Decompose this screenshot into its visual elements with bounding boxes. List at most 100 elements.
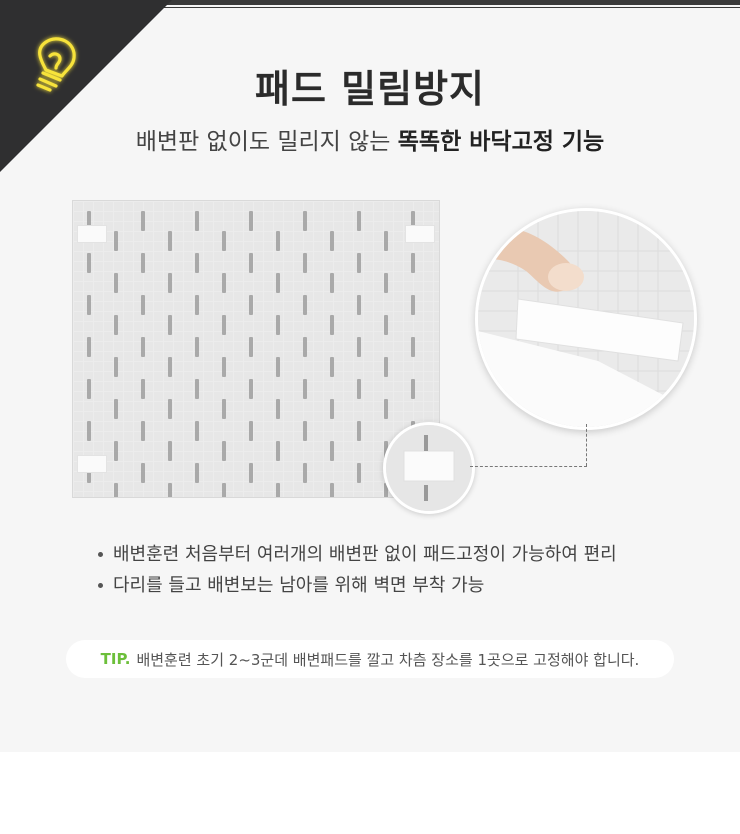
bullet-icon: [98, 583, 103, 588]
pad-logo-mark: [303, 463, 307, 483]
pad-logo-mark: [222, 399, 226, 419]
pad-logo-mark: [114, 231, 118, 251]
tip-text: 배변훈련 초기 2~3군데 배변패드를 깔고 차츰 장소를 1곳으로 고정해야 …: [136, 650, 640, 669]
tape-peel-photo: [478, 211, 694, 427]
page-subtitle: 배변판 없이도 밀리지 않는 똑똑한 바닥고정 기능: [0, 122, 740, 156]
pad-logo-mark: [87, 421, 91, 441]
pad-logo-mark: [195, 337, 199, 357]
pad-logo-mark: [141, 421, 145, 441]
pad-logo-mark: [222, 483, 226, 497]
pad-logo-mark: [87, 379, 91, 399]
connector-line: [586, 424, 587, 466]
pad-logo-mark: [276, 483, 280, 497]
pad-logo-mark: [357, 253, 361, 273]
pad-logo-mark: [384, 357, 388, 377]
pad-logo-mark: [249, 337, 253, 357]
pad-logo-mark: [330, 483, 334, 497]
tip-box: TIP. 배변훈련 초기 2~3군데 배변패드를 깔고 차츰 장소를 1곳으로 …: [66, 640, 674, 678]
pad-logo-mark: [195, 463, 199, 483]
pad-logo-mark: [303, 295, 307, 315]
pad-logo-mark: [114, 399, 118, 419]
pad-logo-mark: [114, 315, 118, 335]
bullet-icon: [98, 552, 103, 557]
pad-logo-mark: [87, 253, 91, 273]
pad-logo-mark: [330, 273, 334, 293]
page-title: 패드 밀림방지: [255, 67, 485, 111]
tip-label: TIP.: [100, 650, 131, 668]
pad-logo-mark: [195, 253, 199, 273]
pad-logo-mark: [276, 441, 280, 461]
pad-logo-mark: [384, 273, 388, 293]
pad-logo-mark: [276, 357, 280, 377]
pad-logo-mark: [249, 253, 253, 273]
pad-logo-mark: [276, 273, 280, 293]
pad-logo-mark: [276, 231, 280, 251]
pad-logo-mark: [330, 231, 334, 251]
pad-logo-mark: [195, 211, 199, 231]
pad-logo-mark: [222, 357, 226, 377]
pad-logo-mark: [249, 211, 253, 231]
pad-logo-mark: [357, 463, 361, 483]
pad-logo-mark: [411, 379, 415, 399]
pad-logo-mark: [357, 295, 361, 315]
pad-logo-mark: [222, 315, 226, 335]
corner-tape: [77, 455, 107, 473]
pad-logo-mark: [384, 315, 388, 335]
pad-logo-mark: [411, 337, 415, 357]
pad-logo-mark: [249, 463, 253, 483]
pad-logo-mark: [141, 295, 145, 315]
pad-logo-mark: [168, 357, 172, 377]
pad-logo-mark: [87, 337, 91, 357]
pad-logo-mark: [276, 399, 280, 419]
pad-logo-mark: [141, 253, 145, 273]
pad-logo-mark: [168, 231, 172, 251]
pad-logo-mark: [330, 441, 334, 461]
pad-logo-mark: [168, 441, 172, 461]
corner-tape: [405, 225, 435, 243]
zoom-detail-large: [475, 208, 697, 430]
pad-logo-mark: [114, 483, 118, 497]
corner-tape-photo: [386, 425, 472, 511]
pad-logo-mark: [357, 379, 361, 399]
pad-logo-mark: [195, 295, 199, 315]
pad-logo-mark: [330, 357, 334, 377]
pad-logo-mark: [114, 357, 118, 377]
pad-logo-mark: [330, 315, 334, 335]
pad-logo-mark: [168, 273, 172, 293]
pad-logo-mark: [141, 463, 145, 483]
subtitle-emphasis: 똑똑한 바닥고정 기능: [397, 129, 605, 155]
pad-logo-mark: [195, 421, 199, 441]
pad-logo-mark: [114, 441, 118, 461]
pad-logo-mark: [222, 231, 226, 251]
pad-logo-mark: [141, 337, 145, 357]
pad-logo-mark: [411, 253, 415, 273]
pad-logo-mark: [222, 441, 226, 461]
pad-logo-mark: [249, 379, 253, 399]
pad-logo-mark: [168, 315, 172, 335]
list-item: 배변훈련 처음부터 여러개의 배변판 없이 패드고정이 가능하여 편리: [98, 539, 617, 570]
pad-logo-mark: [87, 295, 91, 315]
pad-logo-mark: [303, 379, 307, 399]
list-item: 다리를 들고 배변보는 남아를 위해 벽면 부착 가능: [98, 570, 617, 601]
pad-logo-mark: [249, 421, 253, 441]
pad-logo-mark: [384, 231, 388, 251]
feature-text: 배변훈련 처음부터 여러개의 배변판 없이 패드고정이 가능하여 편리: [113, 544, 617, 565]
pad-logo-mark: [168, 399, 172, 419]
pad-logo-mark: [357, 337, 361, 357]
pad-logo-mark: [330, 399, 334, 419]
pad-logo-mark: [384, 399, 388, 419]
pad-logo-mark: [276, 315, 280, 335]
pad-logo-mark: [303, 421, 307, 441]
pad-logo-mark: [303, 253, 307, 273]
feature-text: 다리를 들고 배변보는 남아를 위해 벽면 부착 가능: [113, 575, 485, 596]
pad-logo-mark: [357, 211, 361, 231]
zoom-detail-small: [383, 422, 475, 514]
pad-logo-mark: [222, 273, 226, 293]
pad-logo-mark: [141, 379, 145, 399]
pad-logo-mark: [357, 421, 361, 441]
pad-logo-mark: [303, 211, 307, 231]
subtitle-text: 배변판 없이도 밀리지 않는: [135, 129, 391, 155]
pad-logo-mark: [411, 295, 415, 315]
pad-logo-mark: [249, 295, 253, 315]
pad-logo-mark: [141, 211, 145, 231]
